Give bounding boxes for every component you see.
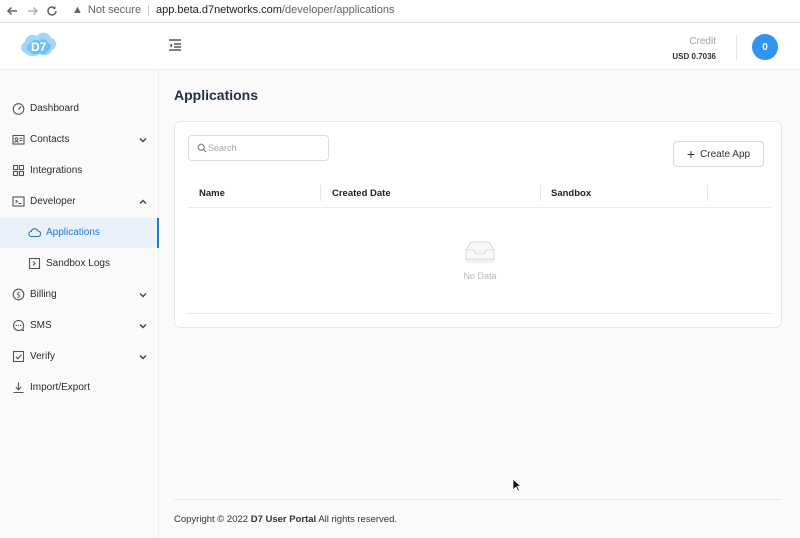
reload-icon[interactable] xyxy=(43,2,61,20)
verify-icon xyxy=(12,350,25,363)
column-header-created-date[interactable]: Created Date xyxy=(332,178,391,208)
empty-state-text: No Data xyxy=(463,271,497,281)
chevron-down-icon xyxy=(139,355,147,360)
browser-toolbar: ▲ Not secure | app.beta.d7networks.com /… xyxy=(0,0,800,23)
chevron-up-icon xyxy=(139,199,147,204)
sidebar-item-label: SMS xyxy=(30,320,52,331)
create-app-button[interactable]: + Create App xyxy=(673,141,764,167)
page-title: Applications xyxy=(174,87,259,103)
sidebar-item-label: Developer xyxy=(30,196,76,207)
column-header-name[interactable]: Name xyxy=(199,178,225,208)
contacts-icon xyxy=(12,134,25,145)
cloud-icon xyxy=(28,228,41,238)
empty-inbox-icon xyxy=(465,241,495,264)
create-app-label: Create App xyxy=(700,148,751,160)
developer-icon xyxy=(12,196,25,207)
dashboard-icon xyxy=(12,103,25,115)
sandbox-icon xyxy=(28,257,41,270)
sidebar-item-sms[interactable]: SMS xyxy=(0,311,159,341)
sidebar-item-label: Integrations xyxy=(30,165,83,176)
sidebar-item-integrations[interactable]: Integrations xyxy=(0,156,159,186)
table-header: Name Created Date Sandbox xyxy=(187,178,771,208)
credit-balance: Credit USD 0.7036 xyxy=(660,36,716,63)
sidebar-item-import-export[interactable]: Import/Export xyxy=(0,373,159,403)
sidebar-item-label: Billing xyxy=(30,289,57,300)
sidebar: Dashboard Contacts Integrations Develope… xyxy=(0,71,159,538)
footer-divider xyxy=(174,499,782,500)
billing-icon: $ xyxy=(12,288,25,301)
search-box[interactable] xyxy=(188,135,329,161)
search-icon xyxy=(197,143,207,153)
column-divider xyxy=(707,185,708,201)
sms-icon xyxy=(13,319,25,332)
credit-label: Credit xyxy=(689,36,716,47)
sidebar-item-label: Verify xyxy=(30,351,56,362)
sidebar-item-label: Applications xyxy=(46,227,100,238)
sidebar-item-developer[interactable]: Developer xyxy=(0,187,159,217)
menu-fold-icon[interactable] xyxy=(166,36,184,54)
sidebar-item-label: Contacts xyxy=(30,134,70,145)
column-divider xyxy=(320,185,321,201)
footer-rights: All rights reserved. xyxy=(316,514,397,525)
sidebar-item-contacts[interactable]: Contacts xyxy=(0,125,159,155)
integrations-icon xyxy=(12,164,25,177)
sidebar-item-label: Import/Export xyxy=(30,382,91,393)
sidebar-item-dashboard[interactable]: Dashboard xyxy=(0,94,159,124)
chevron-down-icon xyxy=(139,324,147,329)
svg-text:D7: D7 xyxy=(31,40,47,54)
sidebar-item-label: Sandbox Logs xyxy=(46,258,110,269)
credit-value: USD 0.7036 xyxy=(672,52,716,61)
security-label: Not secure xyxy=(87,4,142,16)
address-bar[interactable]: ▲ Not secure | app.beta.d7networks.com /… xyxy=(72,4,394,16)
url-path: /developer/applications xyxy=(281,4,395,16)
forward-arrow-icon[interactable] xyxy=(24,2,42,20)
plus-icon: + xyxy=(686,146,696,162)
app-header: D7 Credit USD 0.7036 0 xyxy=(0,23,800,70)
column-header-sandbox[interactable]: Sandbox xyxy=(551,178,591,208)
footer: Copyright © 2022 D7 User Portal All righ… xyxy=(174,514,397,525)
table-bottom-divider xyxy=(187,313,771,314)
sidebar-item-applications[interactable]: Applications xyxy=(0,218,159,248)
search-input[interactable] xyxy=(208,140,323,156)
url-host: app.beta.d7networks.com xyxy=(155,4,282,16)
warning-icon: ▲ xyxy=(72,4,83,16)
download-icon xyxy=(13,382,24,394)
sidebar-item-label: Dashboard xyxy=(30,103,79,114)
chevron-down-icon xyxy=(139,138,147,143)
back-arrow-icon[interactable] xyxy=(3,2,21,20)
chevron-down-icon xyxy=(139,293,147,298)
address-separator: | xyxy=(147,4,150,16)
sidebar-item-billing[interactable]: $ Billing xyxy=(0,280,159,310)
column-divider xyxy=(540,185,541,201)
sidebar-item-sandbox-logs[interactable]: Sandbox Logs xyxy=(0,249,159,279)
mouse-cursor-icon xyxy=(512,478,522,492)
footer-copyright: Copyright © 2022 xyxy=(174,514,251,525)
user-avatar[interactable]: 0 xyxy=(752,34,778,60)
applications-card: + Create App Name Created Date Sandbox N… xyxy=(174,121,782,328)
footer-brand: D7 User Portal xyxy=(250,514,317,525)
svg-text:$: $ xyxy=(16,290,21,299)
d7-logo[interactable]: D7 xyxy=(19,29,57,61)
sidebar-item-verify[interactable]: Verify xyxy=(0,342,159,372)
header-divider xyxy=(736,34,737,60)
